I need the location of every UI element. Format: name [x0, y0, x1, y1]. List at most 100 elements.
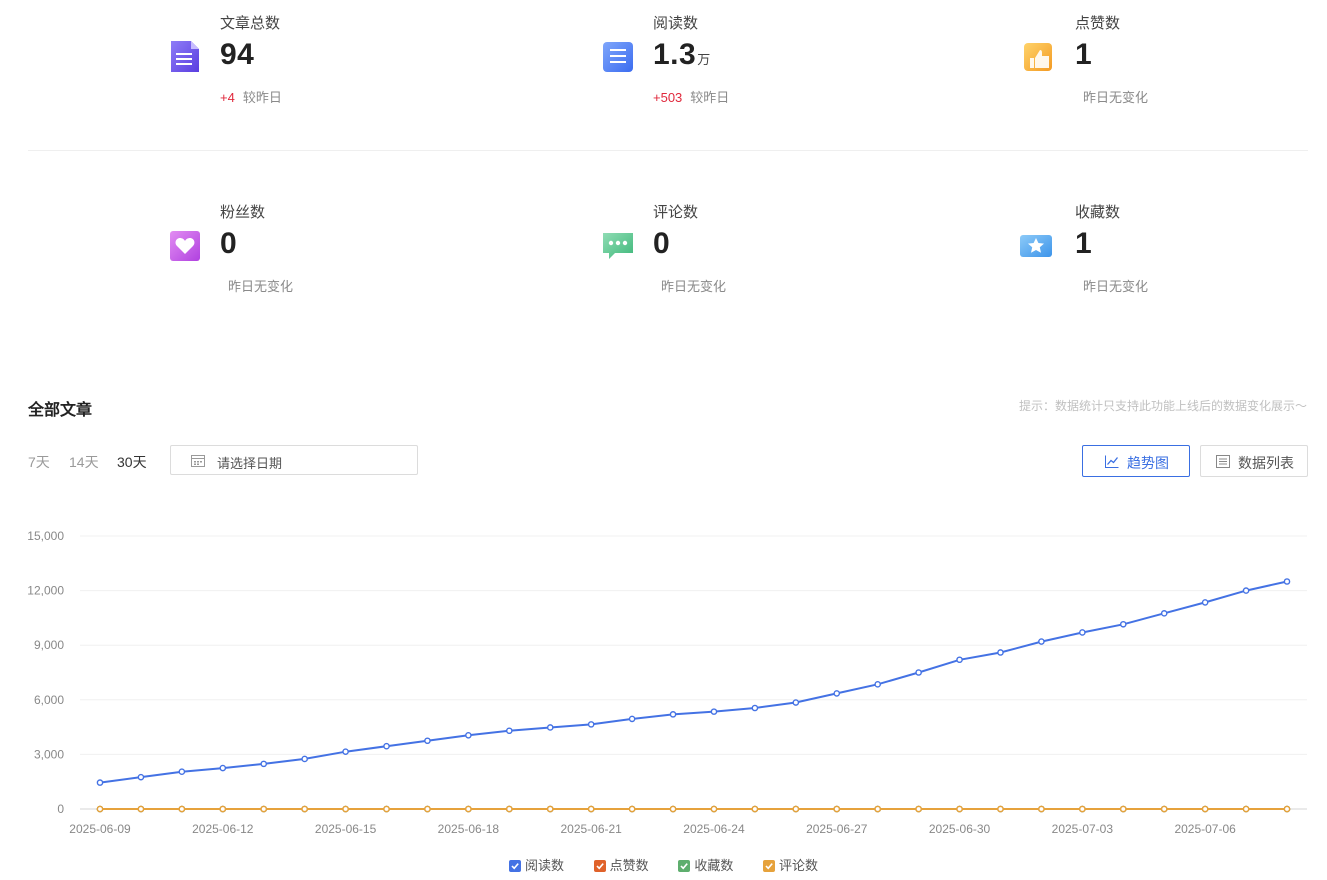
data-point [587, 805, 595, 813]
y-tick-label: 12,000 [27, 584, 64, 598]
checkbox-icon [762, 860, 775, 872]
data-point [833, 805, 841, 813]
legend-item-comments[interactable]: 评论数 [762, 855, 818, 874]
stat-value: 1 [1075, 38, 1093, 71]
legend-item-favorites[interactable]: 收藏数 [678, 855, 733, 874]
range-7-days[interactable]: 7天 [28, 452, 50, 472]
star-icon [1020, 235, 1052, 257]
data-point [874, 681, 881, 688]
data-point [1283, 578, 1291, 585]
thumbs-up-icon [1024, 43, 1052, 71]
stat-fans: 粉丝数 0 昨日无变化 [168, 189, 468, 299]
stat-sub: 昨日无变化 [228, 279, 294, 294]
data-point [137, 805, 145, 813]
data-point [219, 764, 227, 772]
y-tick-label: 3,000 [34, 747, 64, 761]
x-tick-label: 2025-06-24 [683, 822, 745, 836]
divider [28, 150, 1308, 151]
legend-item-likes[interactable]: 点赞数 [593, 855, 649, 874]
data-point [465, 731, 472, 739]
chart-legend: 阅读数 点赞数 收藏数 评论数 [0, 855, 1327, 874]
trend-chart-label: 趋势图 [1127, 455, 1169, 471]
range-30-days[interactable]: 30天 [117, 452, 147, 472]
data-point [96, 805, 104, 813]
data-point [1119, 620, 1127, 628]
stat-value: 0 [653, 227, 671, 260]
data-point [506, 727, 513, 735]
data-list-button[interactable]: 数据列表 [1200, 445, 1308, 477]
stat-sub: +503 较昨日 [653, 90, 730, 105]
stat-label: 阅读数 [653, 15, 699, 32]
data-point [587, 721, 595, 728]
legend-item-reads[interactable]: 阅读数 [509, 855, 564, 874]
stat-sub: 昨日无变化 [661, 279, 727, 294]
data-point [874, 805, 881, 813]
data-point [96, 779, 104, 786]
checkbox-icon [678, 860, 691, 872]
x-tick-label: 2025-06-27 [806, 822, 868, 836]
data-point [628, 805, 636, 813]
data-list-label: 数据列表 [1238, 455, 1294, 471]
date-picker[interactable]: 请选择日期 [170, 445, 418, 475]
y-tick-label: 0 [57, 802, 64, 816]
data-point [383, 805, 390, 813]
data-point [137, 773, 145, 781]
y-tick-label: 9,000 [34, 638, 64, 652]
stat-value: 0 [220, 227, 238, 260]
data-point [1160, 610, 1168, 617]
stat-label: 粉丝数 [220, 204, 266, 221]
data-point [792, 699, 800, 706]
y-tick-label: 15,000 [27, 529, 64, 543]
range-14-days[interactable]: 14天 [69, 452, 99, 472]
stat-articles: 文章总数 94 +4 较昨日 [168, 0, 468, 110]
x-tick-label: 2025-07-06 [1174, 822, 1236, 836]
stat-label: 文章总数 [220, 15, 281, 32]
data-point [1079, 629, 1086, 636]
stat-likes: 点赞数 1 昨日无变化 [1023, 0, 1323, 110]
trend-chart-button[interactable]: 趋势图 [1082, 445, 1190, 477]
stat-sub: 昨日无变化 [1083, 279, 1149, 294]
tip-text: 提示：数据统计只支持此功能上线后的数据变化展示～ [1018, 399, 1307, 413]
stat-sub: 昨日无变化 [1083, 90, 1149, 105]
stat-favorites: 收藏数 1 昨日无变化 [1020, 189, 1323, 299]
data-point [342, 748, 349, 755]
stat-sub: +4 较昨日 [220, 90, 282, 105]
stat-label: 收藏数 [1075, 204, 1121, 221]
stat-value: 94 [220, 38, 255, 71]
stat-reads: 阅读数 1.3万 +503 较昨日 [601, 0, 901, 110]
data-point [506, 805, 513, 813]
data-point [383, 742, 390, 750]
trend-line-chart: 0 3,000 6,000 9,000 12,000 15,000 2025-06-09 20… [27, 529, 1307, 836]
calendar-icon [191, 455, 205, 467]
data-point [710, 805, 718, 813]
x-tick-label: 2025-06-09 [69, 822, 131, 836]
data-point [178, 805, 186, 813]
data-point [751, 704, 759, 712]
read-document-icon [603, 42, 633, 72]
data-point [260, 760, 268, 768]
data-point [301, 805, 308, 813]
data-point [997, 649, 1004, 656]
data-point [424, 805, 431, 813]
x-tick-label: 2025-06-12 [192, 822, 254, 836]
data-point [424, 737, 431, 745]
data-point [669, 805, 677, 813]
data-point [1119, 805, 1127, 813]
data-point [1160, 805, 1168, 813]
data-point [342, 805, 349, 813]
stat-value: 1 [1075, 227, 1093, 260]
line-chart-icon [1105, 455, 1119, 468]
checkbox-icon [509, 860, 522, 872]
data-point [956, 656, 963, 664]
data-point [710, 708, 718, 715]
list-icon [1216, 455, 1230, 468]
stat-label: 点赞数 [1075, 15, 1121, 32]
data-point [1201, 599, 1209, 606]
data-point [546, 805, 554, 813]
data-point [301, 755, 308, 763]
data-point [260, 805, 268, 813]
data-point [546, 724, 554, 731]
data-point [1079, 805, 1086, 813]
checkbox-icon [593, 860, 606, 872]
data-point [997, 805, 1004, 813]
